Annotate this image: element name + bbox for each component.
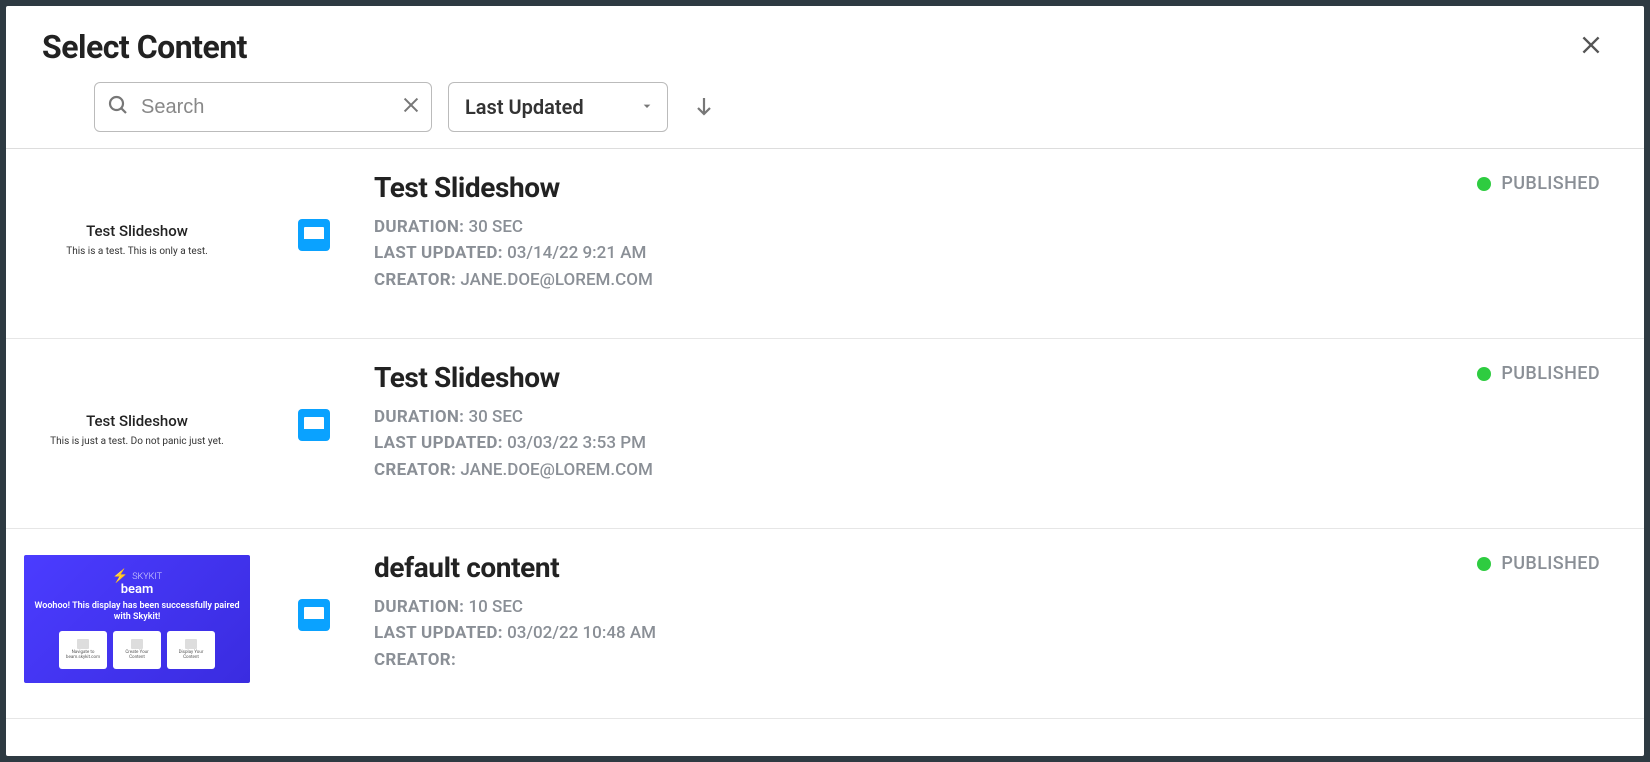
thumbnail: ⚡ SKYKIT beam Woohoo! This display has b…: [24, 555, 250, 683]
arrow-down-icon: [692, 94, 716, 118]
list-item[interactable]: ⚡ SKYKIT beam Woohoo! This display has b…: [6, 529, 1644, 719]
last-updated-value: 03/02/22 10:48 AM: [507, 623, 656, 643]
status-text: PUBLISHED: [1501, 173, 1600, 194]
thumbnail-subtext: This is a test. This is only a test.: [66, 246, 208, 257]
select-content-modal: Select Content Last Updated Test Slid: [6, 6, 1644, 756]
duration-label: DURATION:: [374, 407, 464, 427]
list-item[interactable]: Test Slideshow This is a test. This is o…: [6, 149, 1644, 339]
beam-logo-text: beam: [121, 582, 154, 597]
thumbnail: Test Slideshow This is a test. This is o…: [24, 175, 250, 303]
duration-value: 30 SEC: [468, 217, 523, 237]
caret-down-icon: [639, 95, 655, 119]
item-title: Test Slideshow: [374, 171, 1457, 204]
status-text: PUBLISHED: [1501, 363, 1600, 384]
close-button[interactable]: [1574, 28, 1608, 62]
last-updated-value: 03/03/22 3:53 PM: [507, 433, 646, 453]
slideshow-icon: [298, 219, 330, 251]
status-text: PUBLISHED: [1501, 553, 1600, 574]
close-icon: [1578, 32, 1604, 58]
last-updated-label: LAST UPDATED:: [374, 623, 503, 643]
slideshow-icon: [298, 409, 330, 441]
clear-search-button[interactable]: [400, 94, 422, 120]
thumbnail-subtext: Woohoo! This display has been successful…: [32, 601, 242, 623]
list-item[interactable]: Test Slideshow This is just a test. Do n…: [6, 339, 1644, 529]
creator-value: JANE.DOE@LOREM.COM: [460, 270, 653, 290]
last-updated-label: LAST UPDATED:: [374, 433, 503, 453]
item-details: Test Slideshow DURATION: 30 SEC LAST UPD…: [374, 361, 1457, 483]
beam-cards: Navigate tobeam.skykit.com Create YourCo…: [59, 631, 215, 669]
status-badge: PUBLISHED: [1477, 363, 1600, 384]
last-updated-value: 03/14/22 9:21 AM: [507, 243, 646, 263]
toolbar: Last Updated: [6, 72, 1644, 149]
duration-label: DURATION:: [374, 597, 464, 617]
thumbnail-title: Test Slideshow: [86, 412, 188, 430]
item-details: Test Slideshow DURATION: 30 SEC LAST UPD…: [374, 171, 1457, 293]
status-dot-icon: [1477, 177, 1491, 191]
status-badge: PUBLISHED: [1477, 173, 1600, 194]
creator-label: CREATOR:: [374, 460, 456, 480]
x-icon: [400, 94, 422, 116]
duration-label: DURATION:: [374, 217, 464, 237]
search-input[interactable]: [94, 82, 432, 132]
status-badge: PUBLISHED: [1477, 553, 1600, 574]
item-title: Test Slideshow: [374, 361, 1457, 394]
item-details: default content DURATION: 10 SEC LAST UP…: [374, 551, 1457, 673]
search-icon: [106, 93, 130, 121]
thumbnail: Test Slideshow This is just a test. Do n…: [24, 365, 250, 493]
sort-direction-button[interactable]: [684, 86, 724, 129]
item-title: default content: [374, 551, 1457, 584]
duration-value: 30 SEC: [468, 407, 523, 427]
creator-value: JANE.DOE@LOREM.COM: [460, 460, 653, 480]
status-dot-icon: [1477, 367, 1491, 381]
content-list[interactable]: Test Slideshow This is a test. This is o…: [6, 149, 1644, 756]
modal-header: Select Content: [6, 6, 1644, 72]
creator-label: CREATOR:: [374, 270, 456, 290]
creator-label: CREATOR:: [374, 650, 456, 670]
status-dot-icon: [1477, 557, 1491, 571]
thumbnail-subtext: This is just a test. Do not panic just y…: [50, 436, 224, 447]
sort-selected-label: Last Updated: [465, 95, 584, 119]
sort-dropdown[interactable]: Last Updated: [448, 82, 668, 132]
last-updated-label: LAST UPDATED:: [374, 243, 503, 263]
duration-value: 10 SEC: [468, 597, 523, 617]
search-field-wrap: [94, 82, 432, 132]
modal-title: Select Content: [42, 28, 247, 66]
slideshow-icon: [298, 599, 330, 631]
thumbnail-title: Test Slideshow: [86, 222, 188, 240]
